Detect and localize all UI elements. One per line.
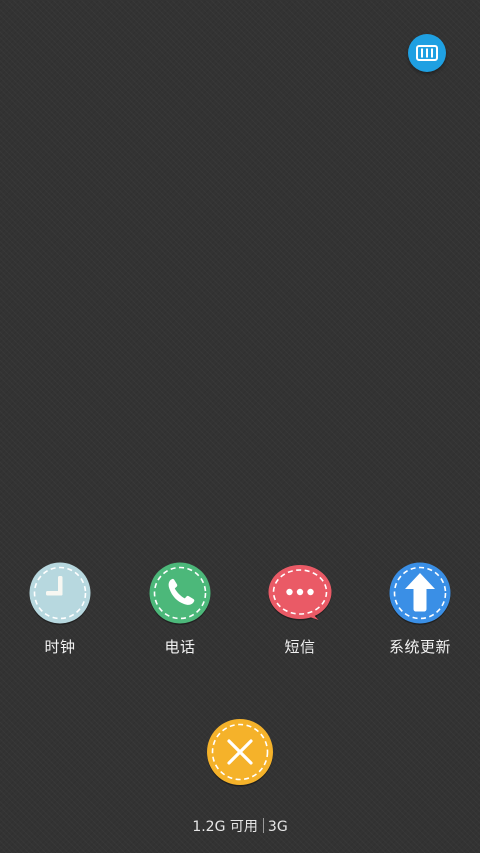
clock-icon — [28, 561, 92, 625]
close-icon — [207, 719, 273, 787]
memory-total: 3G — [267, 819, 288, 835]
memory-info: 1.2G 可用 3G — [0, 816, 480, 836]
clear-mode-icon — [416, 45, 438, 61]
memory-separator — [262, 818, 264, 833]
phone-icon — [148, 561, 212, 625]
recent-app-sms[interactable]: 短信 — [240, 561, 360, 661]
recent-app-label: 短信 — [284, 638, 316, 656]
recent-apps-list: 时钟 电话 短信 系统更新 — [0, 561, 480, 661]
recent-app-label: 电话 — [164, 638, 196, 656]
recent-app-system-update[interactable]: 系统更新 — [360, 561, 480, 661]
clear-mode-button[interactable] — [408, 34, 446, 72]
recent-app-phone[interactable]: 电话 — [120, 561, 240, 661]
recent-app-label: 时钟 — [44, 638, 76, 656]
close-all-button[interactable] — [205, 717, 275, 787]
sms-icon — [268, 561, 332, 625]
memory-available: 1.2G 可用 — [192, 819, 258, 835]
recent-app-clock[interactable]: 时钟 — [0, 561, 120, 661]
recent-app-label: 系统更新 — [388, 638, 451, 656]
up-arrow-icon — [388, 561, 452, 625]
